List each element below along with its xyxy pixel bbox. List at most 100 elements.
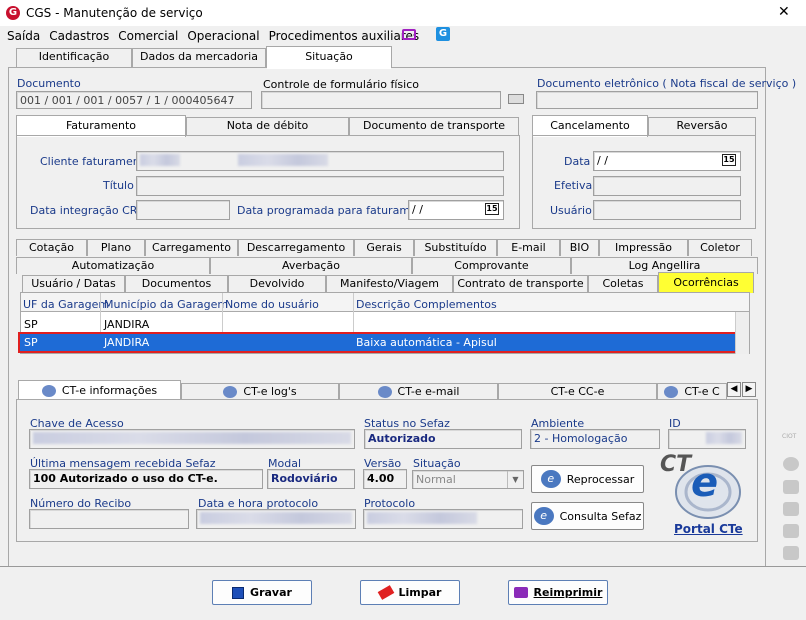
block-icon[interactable] (783, 457, 799, 471)
tab-cte-label: CT-e CC-e (550, 385, 605, 398)
tab-row1-5[interactable]: Substituído (414, 239, 497, 256)
menu-operacional[interactable]: Operacional (187, 29, 259, 43)
col-municipio[interactable]: Município da Garagem (104, 298, 228, 311)
eraser-icon (377, 585, 394, 600)
edit-icon[interactable] (783, 546, 799, 560)
limpar-button[interactable]: Limpar (360, 580, 460, 605)
cell-municipio: JANDIRA (104, 336, 150, 349)
divider (0, 566, 806, 567)
consulta-label: Consulta Sefaz (559, 509, 642, 523)
tab-cte-0[interactable]: CT-e informações (18, 380, 181, 400)
efetiva-label: Efetiva (554, 179, 593, 192)
monitor-icon[interactable] (402, 29, 416, 40)
close-icon[interactable]: ✕ (778, 4, 790, 20)
tab-cte-label: CT-e log's (243, 385, 297, 398)
tab-cte-label: CT-e C (684, 385, 720, 398)
grid-scrollbar[interactable] (735, 312, 749, 354)
tab-join (267, 66, 391, 69)
tab-cte-1[interactable]: CT-e log's (181, 383, 339, 400)
tab-cancelamento[interactable]: Cancelamento (532, 115, 648, 137)
col-descricao[interactable]: Descrição Complementos (356, 298, 497, 311)
tab-row1-2[interactable]: Carregamento (145, 239, 238, 256)
truck-icon[interactable] (783, 502, 799, 516)
truck-icon[interactable] (783, 524, 799, 538)
tab-nota-debito[interactable]: Nota de débito (186, 117, 349, 136)
tab-dados-mercadoria[interactable]: Dados da mercadoria (132, 48, 266, 67)
tab-row2-2[interactable]: Comprovante (412, 257, 571, 274)
data-programada-label: Data programada para faturamento (237, 204, 435, 217)
cte-e-icon: e (533, 507, 554, 525)
protocolo-redacted (367, 512, 477, 524)
recibo-field[interactable] (29, 509, 189, 529)
truck-icon[interactable] (783, 480, 799, 494)
versao-field: 4.00 (363, 469, 407, 489)
tab-row3-3[interactable]: Manifesto/Viagem (326, 275, 453, 292)
menu-comercial[interactable]: Comercial (118, 29, 178, 43)
menu-saida[interactable]: Saída (7, 29, 40, 43)
efetiva-field[interactable] (593, 176, 741, 196)
tab-row3-2[interactable]: Devolvido (228, 275, 326, 292)
app-g-icon[interactable]: G (436, 27, 450, 41)
tab-cte-2[interactable]: CT-e e-mail (339, 383, 498, 400)
consulta-sefaz-button[interactable]: e Consulta Sefaz (531, 502, 644, 530)
cte-logo-e: e (691, 460, 719, 506)
documento-eletronico-label: Documento eletrônico ( Nota fiscal de se… (537, 77, 797, 90)
situacao-label: Situação (413, 457, 461, 470)
printer-icon (513, 587, 528, 598)
documento-eletronico-field[interactable] (536, 91, 758, 109)
tab-scroll-right-icon[interactable]: ▶ (742, 382, 756, 397)
data-cancel-field[interactable]: / / (593, 151, 741, 171)
print-icon[interactable] (508, 94, 524, 104)
tab-row1-6[interactable]: E-mail (497, 239, 560, 256)
tab-identificacao[interactable]: Identificação (16, 48, 132, 67)
gravar-button[interactable]: Gravar (212, 580, 312, 605)
chevron-down-icon[interactable]: ▼ (507, 471, 523, 488)
col-uf[interactable]: UF da Garagem (23, 298, 109, 311)
portal-cte-link[interactable]: Portal CTe (674, 522, 743, 536)
controle-label: Controle de formulário físico (263, 78, 419, 91)
tab-row1-9[interactable]: Coletor (688, 239, 752, 256)
tab-row2-1[interactable]: Averbação (210, 257, 412, 274)
ciot-icon[interactable]: CIOT (782, 433, 796, 440)
tab-row2-0[interactable]: Automatização (16, 257, 210, 274)
reimprimir-button[interactable]: Reimprimir (508, 580, 608, 605)
tab-cte-3[interactable]: CT-e CC-e (498, 383, 657, 400)
tab-row1-1[interactable]: Plano (87, 239, 145, 256)
cliente-name-redacted (238, 154, 328, 166)
tab-cte-4[interactable]: CT-e C (657, 383, 727, 400)
calendar-icon[interactable]: 15 (722, 154, 736, 166)
tab-row1-7[interactable]: BIO (560, 239, 599, 256)
tab-row3-4[interactable]: Contrato de transporte (453, 275, 588, 292)
tab-scroll-left-icon[interactable]: ◀ (727, 382, 741, 397)
documento-field[interactable]: 001 / 001 / 001 / 0057 / 1 / 000405647 (16, 91, 252, 109)
calendar-icon[interactable]: 15 (485, 203, 499, 215)
cliente-code-redacted (140, 154, 180, 166)
menu-procedimentos[interactable]: Procedimentos auxiliares (269, 29, 419, 43)
window-title: CGS - Manutenção de serviço (26, 6, 203, 20)
tab-row3-6[interactable]: Ocorrências (658, 272, 754, 293)
tab-situacao[interactable]: Situação (266, 46, 392, 68)
titulo-field[interactable] (136, 176, 504, 196)
menu-cadastros[interactable]: Cadastros (49, 29, 109, 43)
cell-descricao: Baixa automática - Apisul (356, 336, 497, 349)
data-crc-field[interactable] (136, 200, 230, 220)
tab-row1-0[interactable]: Cotação (16, 239, 87, 256)
cte-e-icon (41, 384, 56, 397)
tab-cte-label: CT-e informações (61, 383, 158, 397)
reprocessar-button[interactable]: e Reprocessar (531, 465, 644, 493)
cte-e-icon (664, 386, 679, 398)
save-icon (232, 586, 245, 599)
tab-faturamento[interactable]: Faturamento (16, 115, 186, 137)
tab-row1-3[interactable]: Descarregamento (238, 239, 354, 256)
tab-documento-transporte[interactable]: Documento de transporte (349, 117, 519, 136)
tab-row1-4[interactable]: Gerais (354, 239, 414, 256)
tab-row3-1[interactable]: Documentos (125, 275, 228, 292)
controle-field[interactable] (261, 91, 501, 109)
usuario-field[interactable] (593, 200, 741, 220)
tab-reversao[interactable]: Reversão (648, 117, 756, 136)
tab-row1-8[interactable]: Impressão (599, 239, 688, 256)
reprocessar-label: Reprocessar (566, 472, 635, 486)
tab-row3-5[interactable]: Coletas (588, 275, 658, 292)
col-usuario[interactable]: Nome do usuário (225, 298, 319, 311)
tab-row3-0[interactable]: Usuário / Datas (22, 275, 125, 292)
